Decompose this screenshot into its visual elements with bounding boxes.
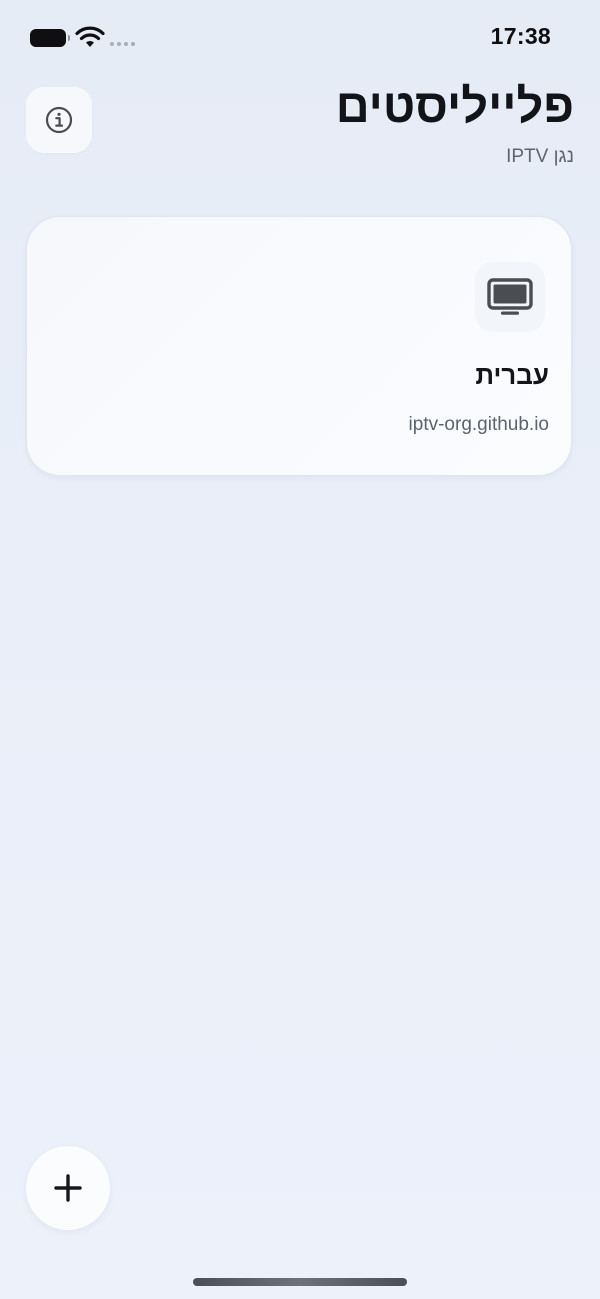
status-bar: 17:38	[0, 0, 600, 78]
info-icon	[45, 106, 73, 134]
plus-icon	[54, 1174, 82, 1202]
add-playlist-button[interactable]	[26, 1146, 110, 1230]
info-button[interactable]	[26, 87, 92, 153]
battery-icon	[30, 29, 70, 47]
status-time: 17:38	[490, 23, 551, 49]
playlist-source: iptv-org.github.io	[408, 414, 549, 435]
tv-icon	[487, 278, 533, 315]
page-title: פלייליסטים	[335, 79, 574, 132]
signal-icon	[110, 42, 135, 46]
home-indicator[interactable]	[193, 1278, 407, 1286]
playlist-icon-tile	[475, 262, 545, 332]
playlist-title: עברית	[475, 360, 549, 390]
playlist-card[interactable]: עברית iptv-org.github.io	[26, 216, 572, 476]
wifi-icon	[75, 26, 105, 47]
page-subtitle: נגן IPTV	[506, 146, 574, 167]
